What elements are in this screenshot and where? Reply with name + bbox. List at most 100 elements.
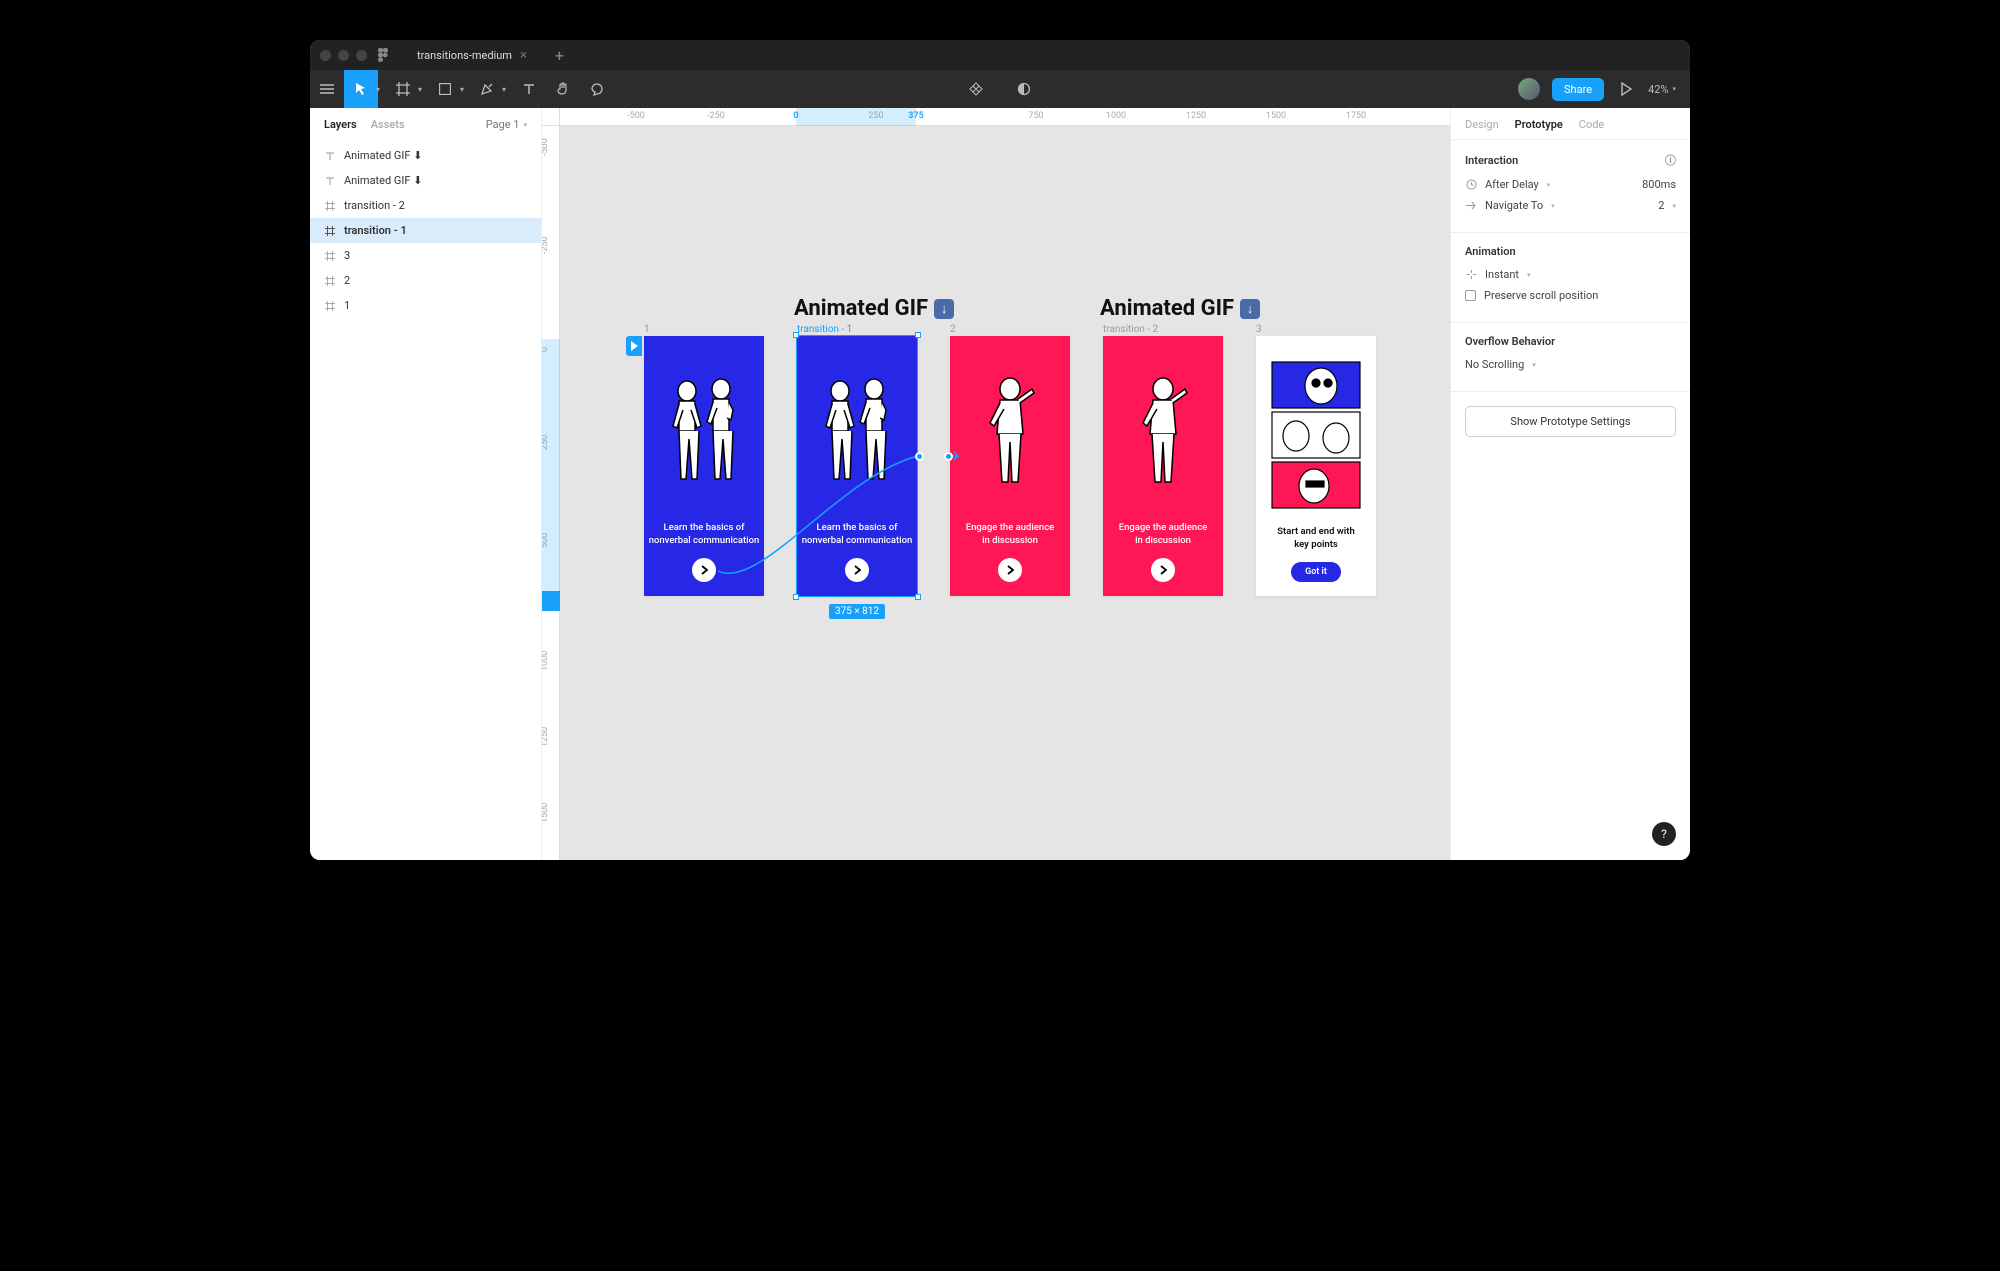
layer-name: transition - 2 bbox=[344, 199, 405, 212]
interaction-section: Interactionⓘ After Delay▾ 800ms Navigate… bbox=[1451, 140, 1690, 233]
ruler-tick: -500 bbox=[542, 126, 550, 156]
trigger-value[interactable]: 800ms bbox=[1642, 178, 1676, 191]
max-dot[interactable] bbox=[356, 50, 367, 61]
present-button[interactable] bbox=[1616, 70, 1636, 108]
comment-tool[interactable] bbox=[580, 70, 614, 108]
canvas[interactable]: -500-25002503757501000125015001750 -500-… bbox=[542, 108, 1450, 860]
new-tab-button[interactable]: + bbox=[555, 46, 564, 65]
layers-list: Animated GIF ⬇ Animated GIF ⬇ transition… bbox=[310, 139, 541, 322]
ruler-v-marker bbox=[542, 591, 560, 611]
assets-tab[interactable]: Assets bbox=[371, 118, 405, 131]
frame-icon bbox=[324, 250, 336, 262]
show-prototype-settings-button[interactable]: Show Prototype Settings bbox=[1465, 406, 1676, 437]
action-label: Navigate To bbox=[1485, 199, 1543, 212]
frame-tool-dd[interactable]: ▾ bbox=[418, 85, 422, 94]
frame-content: Start and end with key points Got it bbox=[1256, 336, 1376, 596]
frame-3[interactable]: Start and end with key points Got it bbox=[1256, 336, 1376, 596]
frame-icon bbox=[324, 200, 336, 212]
hand-tool[interactable] bbox=[546, 70, 580, 108]
next-button[interactable] bbox=[1151, 558, 1175, 582]
layers-tab[interactable]: Layers bbox=[324, 118, 357, 131]
ruler-h-selection bbox=[796, 108, 916, 126]
got-it-button[interactable]: Got it bbox=[1291, 562, 1341, 582]
canvas-stage[interactable]: Animated GIF↓ Animated GIF↓ 1 transition… bbox=[560, 126, 1450, 860]
help-button[interactable]: ? bbox=[1652, 822, 1676, 846]
layer-name: 1 bbox=[344, 299, 350, 312]
prototype-tab[interactable]: Prototype bbox=[1515, 118, 1563, 131]
heading-text: Animated GIF↓ bbox=[1100, 296, 1260, 321]
page-dropdown[interactable]: Page 1▾ bbox=[486, 118, 527, 131]
overflow-row[interactable]: No Scrolling▾ bbox=[1465, 358, 1676, 371]
prototype-node-in[interactable] bbox=[944, 452, 953, 461]
components-icon[interactable] bbox=[959, 70, 993, 108]
frame-label-selected[interactable]: transition - 1 bbox=[797, 324, 852, 335]
layer-row[interactable]: 3 bbox=[310, 243, 541, 268]
arrow-right-icon bbox=[1465, 200, 1477, 212]
layer-row[interactable]: 2 bbox=[310, 268, 541, 293]
action-row[interactable]: Navigate To▾ 2▾ bbox=[1465, 199, 1676, 212]
trigger-row[interactable]: After Delay▾ 800ms bbox=[1465, 178, 1676, 191]
layer-name: transition - 1 bbox=[344, 224, 407, 237]
pen-tool[interactable] bbox=[470, 70, 504, 108]
ruler-tick: 1000 bbox=[542, 641, 550, 671]
frame-label[interactable]: 3 bbox=[1256, 324, 1262, 335]
illustration bbox=[1256, 336, 1376, 526]
shape-tool[interactable] bbox=[428, 70, 462, 108]
layer-row[interactable]: Animated GIF ⬇ bbox=[310, 168, 541, 193]
min-dot[interactable] bbox=[338, 50, 349, 61]
layer-row[interactable]: 1 bbox=[310, 293, 541, 318]
frame-2[interactable]: Engage the audience in discussion bbox=[950, 336, 1070, 596]
info-icon[interactable]: ⓘ bbox=[1665, 152, 1676, 168]
frame-icon bbox=[324, 300, 336, 312]
layer-row[interactable]: Animated GIF ⬇ bbox=[310, 143, 541, 168]
heading-a: Animated GIF bbox=[794, 296, 928, 321]
zoom-dropdown[interactable]: 42%▾ bbox=[1648, 83, 1676, 96]
shape-tool-dd[interactable]: ▾ bbox=[460, 85, 464, 94]
frame-tool[interactable] bbox=[386, 70, 420, 108]
layer-row-selected[interactable]: transition - 1 bbox=[310, 218, 541, 243]
main-menu-button[interactable] bbox=[310, 70, 344, 108]
ruler-vertical: -500-2500250500812100012501500 bbox=[542, 126, 560, 860]
action-value[interactable]: 2▾ bbox=[1658, 199, 1676, 212]
ruler-tick: 1000 bbox=[1106, 111, 1126, 121]
ruler-v-selection bbox=[542, 339, 560, 598]
animation-type-row[interactable]: Instant▾ bbox=[1465, 268, 1676, 281]
move-tool[interactable] bbox=[344, 70, 378, 108]
titlebar: transitions-medium × + bbox=[310, 40, 1690, 70]
next-button[interactable] bbox=[998, 558, 1022, 582]
close-tab-icon[interactable]: × bbox=[520, 48, 527, 63]
checkbox[interactable] bbox=[1465, 290, 1476, 301]
left-panel: Layers Assets Page 1▾ Animated GIF ⬇ Ani… bbox=[310, 108, 542, 860]
move-tool-dd[interactable]: ▾ bbox=[376, 85, 380, 94]
preserve-scroll-row[interactable]: Preserve scroll position bbox=[1465, 289, 1676, 302]
instant-icon bbox=[1465, 269, 1477, 281]
close-dot[interactable] bbox=[320, 50, 331, 61]
frame-label[interactable]: transition - 2 bbox=[1103, 324, 1158, 335]
frame-label[interactable]: 2 bbox=[950, 324, 956, 335]
left-panel-header: Layers Assets Page 1▾ bbox=[310, 108, 541, 139]
illustration bbox=[1103, 336, 1223, 522]
layer-row[interactable]: transition - 2 bbox=[310, 193, 541, 218]
avatar[interactable] bbox=[1518, 78, 1540, 100]
frame-label[interactable]: 1 bbox=[644, 324, 650, 335]
animation-section: Animation Instant▾ Preserve scroll posit… bbox=[1451, 233, 1690, 323]
share-button[interactable]: Share bbox=[1552, 78, 1604, 101]
file-tab[interactable]: transitions-medium × bbox=[409, 48, 535, 63]
ruler-corner bbox=[542, 108, 560, 126]
frame-transition-2[interactable]: Engage the audience in discussion bbox=[1103, 336, 1223, 596]
mask-icon[interactable] bbox=[1007, 70, 1041, 108]
code-tab[interactable]: Code bbox=[1579, 118, 1604, 131]
section-title: Overflow Behavior bbox=[1465, 335, 1676, 348]
heading-text: Animated GIF↓ bbox=[794, 296, 954, 321]
prototype-connector[interactable] bbox=[700, 446, 960, 596]
prototype-node-out[interactable] bbox=[915, 452, 924, 461]
layer-name: Animated GIF ⬇ bbox=[344, 149, 422, 162]
app-window: transitions-medium × + ▾ ▾ ▾ ▾ Share 42%… bbox=[310, 40, 1690, 860]
heading-b: Animated GIF bbox=[1100, 296, 1234, 321]
text-tool[interactable] bbox=[512, 70, 546, 108]
design-tab[interactable]: Design bbox=[1465, 118, 1499, 131]
prototype-start-flag[interactable] bbox=[626, 336, 642, 356]
illustration bbox=[950, 336, 1070, 522]
pen-tool-dd[interactable]: ▾ bbox=[502, 85, 506, 94]
ruler-tick: 1750 bbox=[1346, 111, 1366, 121]
